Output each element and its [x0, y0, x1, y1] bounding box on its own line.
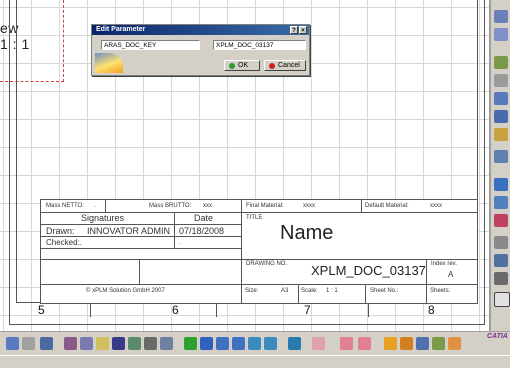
select-arrow-icon[interactable]: [494, 10, 508, 23]
mass-brutto-value: xxx: [203, 203, 212, 209]
dimension-icon[interactable]: [494, 92, 508, 105]
bottom-toolbar: [0, 331, 510, 356]
redo-icon[interactable]: [22, 337, 35, 350]
image-icon[interactable]: [416, 337, 429, 350]
pan-icon[interactable]: [200, 337, 213, 350]
final-material-value: xxxx: [303, 203, 315, 209]
catia-logo-icon: [95, 53, 123, 73]
zone-7: 7: [304, 303, 311, 317]
default-material-value: xxxx: [430, 203, 442, 209]
help-pointer-icon[interactable]: [40, 337, 53, 350]
ok-button[interactable]: OK: [224, 60, 260, 71]
grid-toggle-icon[interactable]: [340, 337, 353, 350]
fit-all-icon[interactable]: [184, 337, 197, 350]
leaf-icon[interactable]: [432, 337, 445, 350]
title-label: TITLE: [246, 215, 263, 221]
knowledge-icon[interactable]: [80, 337, 93, 350]
mass-netto-label: Mass NETTO:: [46, 203, 84, 209]
help-button[interactable]: ?: [290, 26, 298, 34]
snap-icon[interactable]: [312, 337, 325, 350]
frame-icon[interactable]: [494, 178, 508, 191]
light-icon[interactable]: [96, 337, 109, 350]
normal-view-icon[interactable]: [248, 337, 261, 350]
index-rev-label: Index rev.: [431, 261, 457, 267]
parameter-name-field[interactable]: ARAS_DOC_KEY: [101, 40, 200, 50]
checked-date-value: .: [179, 240, 181, 246]
title-block[interactable]: Mass NETTO: . Mass BRUTTO: xxx Final Mat…: [40, 199, 478, 304]
table-icon[interactable]: [112, 337, 125, 350]
view-icon[interactable]: [494, 56, 508, 69]
zoom-out-icon[interactable]: [232, 337, 245, 350]
sheet-no-label: Sheet No.:: [370, 288, 399, 294]
zone-5: 5: [38, 303, 45, 317]
drawing-no-label: DRAWING NO.: [246, 261, 288, 267]
zoom-in-icon[interactable]: [216, 337, 229, 350]
zone-8: 8: [428, 303, 435, 317]
drawing-canvas[interactable]: ew 1 : 1 Edit Parameter ? × ARAS_DOC_KEY…: [0, 0, 490, 331]
cancel-dot-icon: [269, 62, 275, 69]
copyright-text: © xPLM Solution GmbH 2007: [86, 288, 165, 294]
drawing-name-value[interactable]: Name: [280, 222, 333, 245]
ok-dot-icon: [229, 62, 235, 69]
grid-icon[interactable]: [494, 74, 508, 87]
sheets-label: Sheets:: [430, 288, 451, 294]
size-label: Size:: [245, 288, 259, 294]
catia-brand: CATIA: [487, 333, 508, 340]
scale-label: Scale:: [301, 288, 318, 294]
signatures-header: Signatures: [81, 213, 125, 223]
formula-icon[interactable]: [64, 337, 77, 350]
section-icon[interactable]: [494, 214, 508, 227]
right-toolbar: [490, 0, 510, 331]
cancel-button[interactable]: Cancel: [264, 60, 306, 71]
swap-icon[interactable]: [288, 337, 301, 350]
parameter-value-field[interactable]: XPLM_DOC_03137: [213, 40, 306, 50]
picture-icon[interactable]: [448, 337, 461, 350]
status-bar: [0, 355, 510, 368]
detail-icon[interactable]: [494, 196, 508, 209]
analysis-icon[interactable]: [384, 337, 397, 350]
date-header: Date: [194, 213, 214, 223]
graph-icon[interactable]: [128, 337, 141, 350]
index-rev-value: A: [448, 270, 454, 279]
drawn-by-value: INNOVATOR ADMIN: [87, 226, 171, 236]
undo-icon[interactable]: [6, 337, 19, 350]
cancel-label: Cancel: [278, 61, 300, 69]
zone-strip: 5 6 7 8: [16, 303, 478, 317]
text-box-icon[interactable]: [494, 292, 510, 307]
close-button[interactable]: ×: [299, 26, 307, 34]
size-value: A3: [281, 288, 289, 294]
layout-icon[interactable]: [358, 337, 371, 350]
update-icon[interactable]: [160, 337, 173, 350]
drawn-date-value: 07/18/2008: [179, 226, 225, 236]
text-icon[interactable]: [494, 236, 508, 249]
table-icon[interactable]: [494, 128, 508, 141]
sketch-icon[interactable]: [494, 28, 508, 41]
drawn-label: Drawn:: [46, 226, 75, 236]
mass-netto-value: .: [94, 203, 96, 209]
dress-icon[interactable]: [400, 337, 413, 350]
ok-label: OK: [238, 61, 249, 69]
zone-6: 6: [172, 303, 179, 317]
edit-parameter-dialog[interactable]: Edit Parameter ? × ARAS_DOC_KEY XPLM_DOC…: [91, 24, 310, 76]
scale-value: 1 : 1: [326, 288, 338, 294]
dialog-titlebar[interactable]: Edit Parameter ? ×: [92, 25, 309, 35]
drawing-no-value[interactable]: XPLM_DOC_03137: [311, 263, 426, 278]
param-icon[interactable]: [144, 337, 157, 350]
dialog-title: Edit Parameter: [96, 26, 146, 33]
annotation-icon[interactable]: [494, 110, 508, 123]
checked-label: Checked:.: [46, 238, 83, 247]
symbol-icon[interactable]: [494, 272, 508, 285]
mass-brutto-label: Mass BRUTTO:: [149, 203, 192, 209]
final-material-label: Final Material:: [246, 203, 284, 209]
axis-icon[interactable]: [494, 254, 508, 267]
cursor-icon[interactable]: [494, 150, 508, 163]
default-material-label: Default Material:: [365, 203, 409, 209]
sheet-icon[interactable]: [264, 337, 277, 350]
